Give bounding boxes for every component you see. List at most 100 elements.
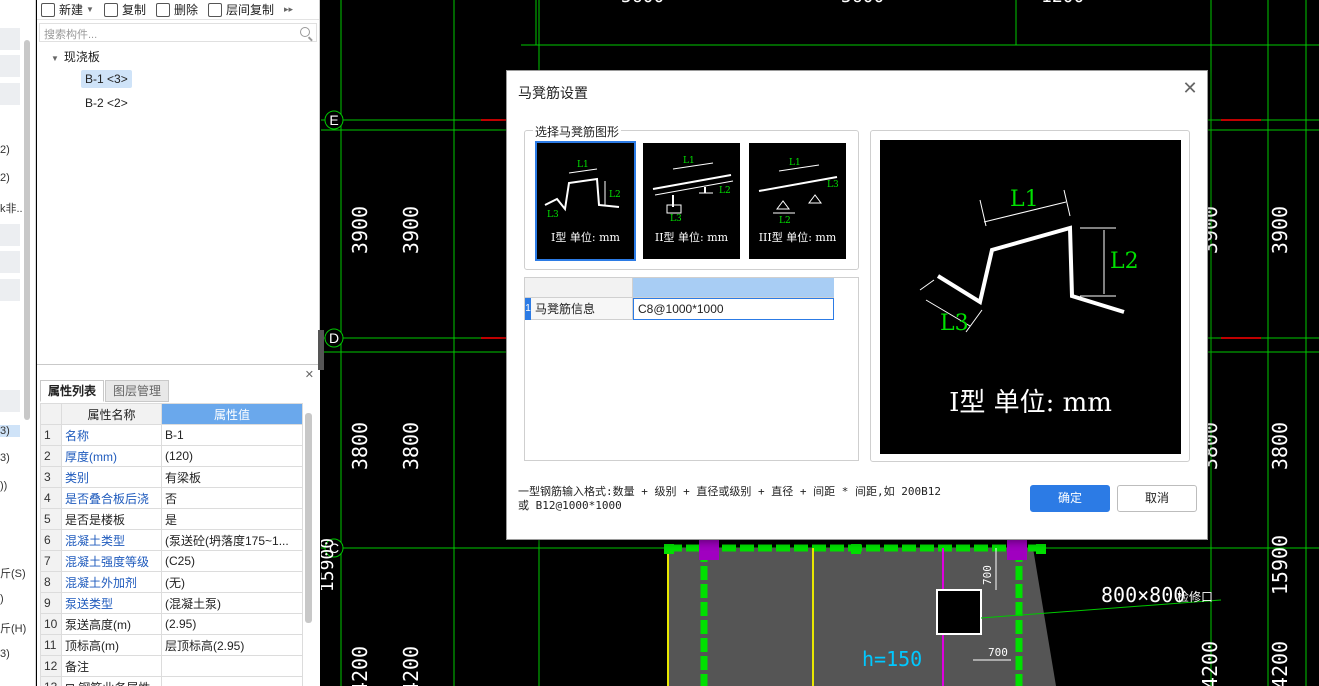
property-row[interactable]: 3 类别 有梁板	[40, 466, 303, 488]
shape-type-2[interactable]: L1 L3 L2 II型 单位: mm	[641, 141, 742, 261]
strip-block[interactable]	[0, 279, 20, 301]
strip-block[interactable]	[0, 28, 20, 50]
property-panel: ✕ 属性列表 图层管理 属性名称 属性值 1 名称 B-1 2 厚度(mm) (120) 3…	[37, 364, 320, 686]
strip-item[interactable]: 2)	[0, 172, 20, 184]
property-row[interactable]: 7 混凝土强度等级 (C25)	[40, 550, 303, 572]
stool-info-label: 马凳筋信息	[531, 298, 633, 320]
tree-item-b1[interactable]: B-1 <3>	[81, 70, 132, 88]
dialog-title: 马凳筋设置	[518, 85, 588, 101]
toolbar-more-button[interactable]: ▸▸	[284, 4, 293, 15]
property-value[interactable]: (C25)	[161, 550, 303, 572]
dim-left: 4200	[399, 646, 423, 686]
chevron-down-icon[interactable]: ▼	[86, 5, 94, 14]
svg-text:L1: L1	[577, 160, 589, 170]
grip-point[interactable]	[664, 544, 674, 554]
strip-item[interactable]: )	[0, 593, 20, 605]
strip-item[interactable]: 3)	[0, 452, 20, 464]
search-icon[interactable]	[300, 27, 310, 37]
tree-item-b2[interactable]: B-2 <2>	[81, 94, 132, 112]
column[interactable]	[699, 538, 719, 560]
tab-layer-management[interactable]: 图层管理	[105, 380, 170, 402]
grip-point[interactable]	[851, 544, 861, 554]
dim-left: 3900	[348, 206, 372, 254]
property-scrollbar[interactable]	[305, 413, 312, 623]
property-value[interactable]: (混凝土泵)	[161, 592, 303, 614]
new-button[interactable]: 新建 ▼	[41, 1, 94, 18]
property-value[interactable]: (泵送砼(坍落度175~1...	[161, 529, 303, 551]
strip-block[interactable]	[0, 224, 20, 246]
trash-icon	[155, 2, 170, 17]
property-row[interactable]: 5 是否是楼板是	[40, 508, 303, 530]
close-icon[interactable]: ✕	[305, 368, 314, 381]
property-tabs: 属性列表 图层管理	[40, 380, 170, 402]
dim-left: 3900	[399, 206, 423, 254]
delete-button[interactable]: 删除	[155, 1, 198, 18]
property-row[interactable]: 1 名称 B-1	[40, 424, 303, 446]
property-row[interactable]: 9 泵送类型 (混凝土泵)	[40, 592, 303, 614]
shape-group-label: 选择马凳筋图形	[533, 123, 622, 140]
axis-label-d: D	[329, 330, 339, 346]
stool-info-input[interactable]: C8@1000*1000	[633, 298, 834, 320]
property-row[interactable]: 6 混凝土类型 (泵送砼(坍落度175~1...	[40, 529, 303, 551]
grip-point[interactable]	[1036, 544, 1046, 554]
property-value[interactable]: (无)	[161, 571, 303, 593]
property-name: 混凝土类型	[61, 529, 162, 551]
strip-item[interactable]: 3)	[0, 425, 20, 437]
copy-button-label: 复制	[121, 3, 146, 17]
floor-copy-button[interactable]: 层间复制	[207, 1, 274, 18]
strip-item[interactable]: 斤(S)	[0, 565, 26, 581]
property-value[interactable]: 否	[161, 487, 303, 509]
property-row[interactable]: 10 泵送高度(m) (2.95)	[40, 613, 303, 635]
panel-splitter-handle[interactable]	[318, 330, 324, 370]
dim-700-horizontal: 700	[988, 646, 1008, 659]
strip-block[interactable]	[0, 55, 20, 77]
strip-block[interactable]	[0, 251, 20, 273]
property-row[interactable]: 8 混凝土外加剂 (无)	[40, 571, 303, 593]
hole-note-label: 检修口	[1177, 589, 1213, 604]
dim-left: 3800	[348, 422, 372, 470]
search-input[interactable]: 搜索构件...	[39, 23, 317, 42]
preview-dim-l1: L1	[1010, 187, 1039, 212]
property-value[interactable]: (120)	[161, 445, 303, 467]
property-row-index: 2	[40, 445, 62, 467]
property-row-index: 3	[40, 466, 62, 488]
dim-left: 15900	[321, 538, 338, 592]
shape-preview: L1 L2 L3 I型 单位: mm	[880, 140, 1181, 454]
property-value[interactable]	[161, 655, 303, 677]
strip-block[interactable]	[0, 390, 20, 412]
column[interactable]	[1007, 538, 1027, 560]
strip-item[interactable]: 斤(H)	[0, 620, 26, 636]
collapse-arrow-icon[interactable]: ▼	[51, 54, 59, 63]
property-value[interactable]	[161, 676, 303, 686]
ok-button[interactable]: 确定	[1030, 485, 1110, 512]
strip-block[interactable]	[0, 83, 20, 105]
property-row[interactable]: 2 厚度(mm) (120)	[40, 445, 303, 467]
strip-item[interactable]: 2)	[0, 144, 20, 156]
property-value[interactable]: 是	[161, 508, 303, 530]
close-icon[interactable]: ✕	[1181, 79, 1199, 97]
shape-type-3[interactable]: L1 L2 L3 III型 单位: mm	[747, 141, 848, 261]
property-row[interactable]: 4 是否叠合板后浇否	[40, 487, 303, 509]
strip-scrollbar[interactable]	[24, 40, 30, 420]
property-row[interactable]: 13⊟ 钢筋业务属性	[40, 676, 303, 686]
cancel-button[interactable]: 取消	[1117, 485, 1197, 512]
property-row[interactable]: 12 备注	[40, 655, 303, 677]
tab-property-list[interactable]: 属性列表	[40, 380, 105, 402]
dim-right: 4200	[1198, 641, 1222, 686]
property-value[interactable]: (2.95)	[161, 613, 303, 635]
tree-root-label: 现浇板	[63, 50, 100, 64]
tree-root[interactable]: ▼ 现浇板	[51, 48, 100, 65]
property-row[interactable]: 11 顶标高(m) 层顶标高(2.95)	[40, 634, 303, 656]
property-value[interactable]: 层顶标高(2.95)	[161, 634, 303, 656]
opening-hole[interactable]	[936, 589, 982, 635]
property-value[interactable]: B-1	[161, 424, 303, 446]
shape-type-1[interactable]: L1 L2 L3 I型 单位: mm	[535, 141, 636, 261]
strip-item[interactable]: ))	[0, 480, 20, 492]
dim-top: 5600	[841, 0, 884, 7]
property-value[interactable]: 有梁板	[161, 466, 303, 488]
strip-item[interactable]: 3)	[0, 648, 20, 660]
strip-item[interactable]: k非..	[0, 200, 23, 216]
copy-button[interactable]: 复制	[103, 1, 146, 18]
property-name: 泵送高度(m)	[61, 613, 162, 635]
shape-type-1-label: I型 单位: mm	[551, 231, 620, 244]
